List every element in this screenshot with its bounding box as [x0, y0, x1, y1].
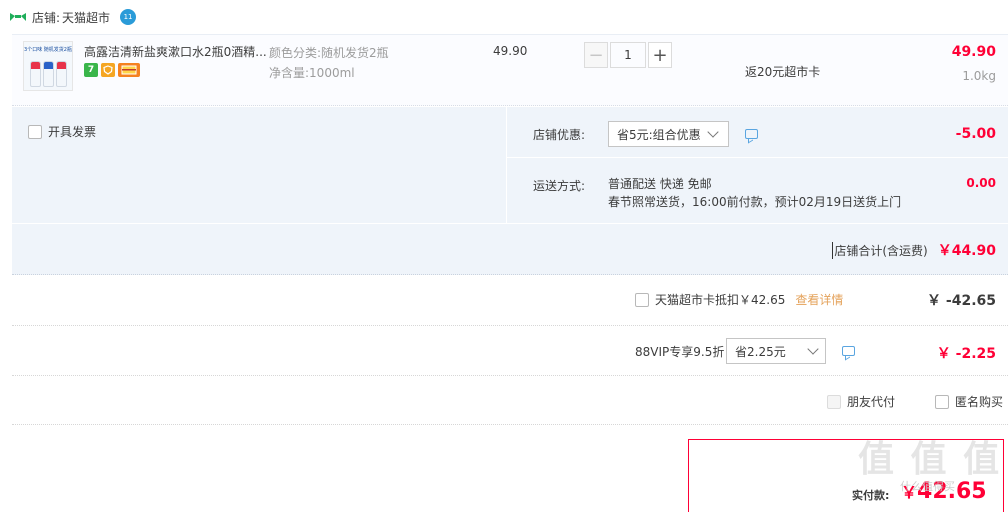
discount-label: 店铺优惠: [533, 128, 586, 142]
sku-volume-value: 1000ml [309, 66, 355, 80]
product-title[interactable]: 高露洁清新盐爽漱口水2瓶0酒精... [84, 43, 268, 60]
vip-select[interactable]: 省2.25元 [726, 338, 826, 364]
shop-name[interactable]: 天猫超市 [62, 9, 110, 26]
anonymous-option[interactable]: 匿名购买 [935, 393, 1003, 410]
shipping-label: 运送方式: [533, 179, 586, 193]
order-options-panel: 开具发票 店铺优惠: 省5元:组合优惠 -5.00 运送方式: 普通配送 快递 … [12, 107, 1008, 275]
increase-button[interactable]: + [648, 42, 672, 68]
card-checkbox[interactable] [635, 292, 649, 307]
chevron-down-icon [707, 126, 719, 138]
invoice-option[interactable]: 开具发票 [28, 123, 96, 140]
friend-pay-option[interactable]: 朋友代付 [827, 393, 895, 410]
card-deduction-label: 天猫超市卡抵扣￥42.65 [655, 293, 786, 307]
discount-select-value: 省5元:组合优惠 [617, 127, 701, 142]
store-total-amount: ￥44.90 [937, 243, 996, 259]
watermark-text: 值 值 值 [858, 439, 1002, 480]
sku-volume: 净含量:1000ml [269, 64, 355, 81]
discount-select[interactable]: 省5元:组合优惠 [608, 121, 729, 147]
shop-label: 店铺: [32, 10, 61, 25]
vip-label: 88VIP专享9.5折 [635, 345, 725, 359]
thumbnail-caption: 3个口味 随机发货2瓶 [24, 47, 72, 53]
friend-pay-checkbox[interactable] [827, 394, 841, 409]
shipping-line-1: 普通配送 快递 免邮 [608, 177, 712, 191]
card-deduction[interactable]: 天猫超市卡抵扣￥42.65 查看详情 [635, 291, 843, 308]
sku-volume-label: 净含量: [269, 66, 310, 80]
friend-pay-label: 朋友代付 [847, 395, 896, 409]
invoice-checkbox[interactable] [28, 124, 42, 139]
view-details-link[interactable]: 查看详情 [795, 291, 843, 308]
item-total: 49.90 [951, 44, 996, 60]
store-total-label: 店铺合计(含运费) [832, 242, 928, 259]
discount-amount: -5.00 [955, 126, 996, 142]
watermark-logo: 值 值 值 什么值得买 [858, 430, 1004, 493]
product-thumbnail[interactable]: 3个口味 随机发货2瓶 [23, 41, 73, 91]
message-icon[interactable] [842, 346, 855, 356]
decrease-button[interactable]: − [584, 42, 608, 68]
shipping-method: 普通配送 快递 免邮 春节照常送货，16:00前付款，预计02月19日送货上门 [608, 175, 901, 211]
shop-icon [10, 13, 26, 21]
watermark-site: 什么值得买 [900, 480, 955, 493]
card-pay-icon [118, 63, 140, 77]
chevron-down-icon [807, 343, 819, 355]
sku-color: 颜色分类:随机发货2瓶 [269, 44, 389, 61]
wangwang-icon[interactable]: 11 [120, 9, 137, 25]
message-icon[interactable] [745, 129, 758, 139]
quantity-input[interactable]: 1 [610, 42, 646, 68]
guarantee-icon [101, 63, 115, 77]
unit-price: 49.90 [493, 44, 528, 58]
anonymous-checkbox[interactable] [935, 394, 949, 409]
card-deduction-amount: ￥ -42.65 [927, 293, 996, 309]
seven-day-return-icon: 7 [84, 63, 98, 77]
service-tags: 7 [84, 63, 140, 77]
store-total: 店铺合计(含运费) ￥44.90 [832, 240, 996, 260]
sku-color-value: 随机发货2瓶 [321, 46, 389, 60]
shipping-line-2: 春节照常送货，16:00前付款，预计02月19日送货上门 [608, 195, 902, 209]
shop-header: 店铺: 天猫超市 11 [10, 8, 137, 26]
quantity-stepper: − 1 + [584, 42, 672, 70]
promo-text: 返20元超市卡 [745, 65, 821, 79]
sku-color-label: 颜色分类: [269, 46, 322, 60]
vip-select-value: 省2.25元 [735, 344, 786, 359]
vip-amount: ￥ -2.25 [936, 346, 996, 362]
item-weight: 1.0kg [962, 69, 996, 83]
shipping-amount: 0.00 [966, 176, 996, 190]
cart-item: 3个口味 随机发货2瓶 高露洁清新盐爽漱口水2瓶0酒精... 7 颜色分类:随机… [12, 34, 1008, 106]
anonymous-label: 匿名购买 [955, 395, 1004, 409]
invoice-label: 开具发票 [48, 125, 97, 139]
